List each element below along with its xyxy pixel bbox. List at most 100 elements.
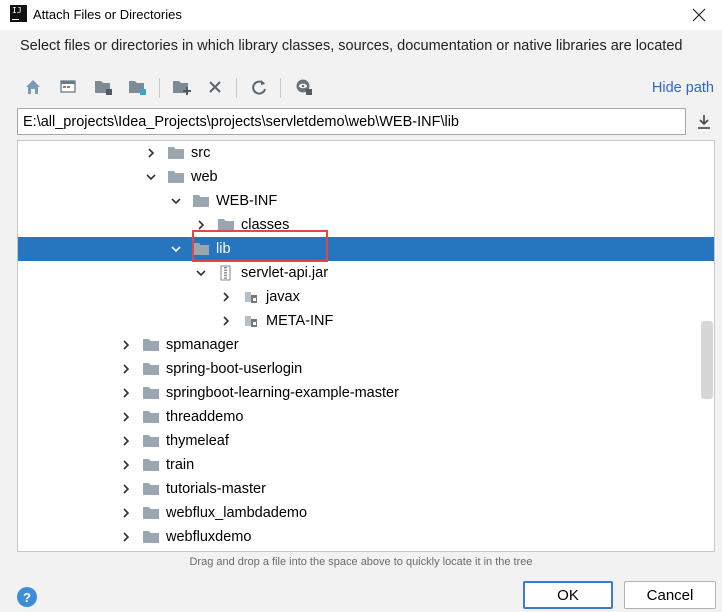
chevron-right-icon[interactable] (120, 459, 132, 471)
toolbar-separator (236, 78, 237, 98)
project-folder-button[interactable] (93, 76, 115, 98)
tree-row-label: threaddemo (166, 409, 244, 425)
tree-row-label: thymeleaf (166, 433, 229, 449)
chevron-down-icon[interactable] (170, 195, 182, 207)
chevron-right-icon[interactable] (120, 435, 132, 447)
cancel-button[interactable]: Cancel (624, 581, 716, 609)
folder-icon (142, 457, 160, 473)
tree-row[interactable]: META-INF (18, 309, 714, 333)
tree-row[interactable]: spmanager (18, 333, 714, 357)
tree-row-label: WEB-INF (216, 193, 278, 209)
chevron-right-icon[interactable] (220, 315, 232, 327)
toolbar-separator (159, 78, 160, 98)
refresh-icon (252, 80, 266, 95)
path-download-button[interactable] (690, 108, 718, 135)
tree-row-label: META-INF (266, 313, 334, 329)
folder-icon (142, 337, 160, 353)
tree-scrollbar[interactable] (701, 321, 713, 399)
folder-icon (142, 361, 160, 377)
instruction-text: Select files or directories in which lib… (20, 38, 683, 54)
folder-icon (167, 169, 185, 185)
tree-row[interactable]: src (18, 141, 714, 165)
tree-row[interactable]: tutorials-master (18, 477, 714, 501)
folder-icon (142, 409, 160, 425)
tree-row[interactable]: train (18, 453, 714, 477)
tree-row-label: src (191, 145, 211, 161)
project-folder-icon (95, 81, 112, 95)
tree-row-label: javax (266, 289, 300, 305)
new-folder-button[interactable] (171, 76, 193, 98)
tree-row[interactable]: webflux_lambdademo (18, 501, 714, 525)
chevron-right-icon[interactable] (145, 147, 157, 159)
refresh-button[interactable] (248, 76, 270, 98)
chevron-right-icon[interactable] (220, 291, 232, 303)
delete-button[interactable] (204, 76, 226, 98)
tree-row-label: servlet-api.jar (241, 265, 329, 281)
package-icon (242, 313, 260, 329)
tree-row[interactable]: webfluxdemo (18, 525, 714, 549)
tree-row-label: spmanager (166, 337, 239, 353)
toolbar-separator (280, 78, 281, 98)
hide-path-link[interactable]: Hide path (652, 80, 714, 96)
path-input[interactable]: E:\all_projects\Idea_Projects\projects\s… (17, 108, 686, 135)
tree-row[interactable]: classes (18, 213, 714, 237)
intellij-app-icon: IJ (10, 5, 27, 22)
drag-drop-hint: Drag and drop a file into the space abov… (189, 556, 533, 568)
desktop-button[interactable] (57, 76, 79, 98)
close-button[interactable] (676, 0, 722, 30)
tree-row-label: webfluxdemo (166, 529, 252, 545)
desktop-icon (60, 80, 76, 93)
tree-row-label: train (166, 457, 195, 473)
tree-row[interactable]: thymeleaf (18, 429, 714, 453)
download-icon (698, 114, 710, 129)
tree-row[interactable]: threaddemo (18, 405, 714, 429)
tree-row[interactable]: WEB-INF (18, 189, 714, 213)
chevron-right-icon[interactable] (120, 531, 132, 543)
tree-row-label: web (191, 169, 218, 185)
tree-row[interactable]: lib (18, 237, 714, 261)
delete-icon (209, 81, 221, 93)
chevron-right-icon[interactable] (120, 363, 132, 375)
tree-row[interactable]: servlet-api.jar (18, 261, 714, 285)
folder-icon (142, 529, 160, 545)
new-folder-icon (173, 81, 191, 95)
folder-icon (142, 385, 160, 401)
chevron-right-icon[interactable] (120, 507, 132, 519)
folder-icon (142, 505, 160, 521)
tree-row-label: webflux_lambdademo (166, 505, 308, 521)
file-tree[interactable]: src web WEB-INF classes lib servlet-api.jar ja… (17, 140, 715, 552)
package-icon (242, 289, 260, 305)
chevron-right-icon[interactable] (120, 387, 132, 399)
title-bar: IJ Attach Files or Directories (0, 0, 722, 30)
tree-row[interactable]: web (18, 165, 714, 189)
jar-icon (217, 265, 235, 281)
chevron-right-icon[interactable] (120, 339, 132, 351)
close-icon (692, 8, 706, 22)
tree-row-label: springboot-learning-example-master (166, 385, 399, 401)
tree-row-label: spring-boot-userlogin (166, 361, 303, 377)
folder-icon (167, 145, 185, 161)
tree-row[interactable]: javax (18, 285, 714, 309)
home-icon (26, 80, 40, 94)
annotation-highlight-box (192, 230, 328, 262)
chevron-right-icon[interactable] (120, 483, 132, 495)
chevron-down-icon[interactable] (145, 171, 157, 183)
folder-icon (192, 193, 210, 209)
show-hidden-icon (296, 79, 312, 95)
module-folder-icon (129, 81, 146, 95)
window-title: Attach Files or Directories (33, 7, 182, 22)
tree-row[interactable]: spring-boot-userlogin (18, 357, 714, 381)
help-button[interactable]: ? (17, 587, 37, 607)
folder-icon (142, 433, 160, 449)
module-folder-button[interactable] (127, 76, 149, 98)
tree-row[interactable]: springboot-learning-example-master (18, 381, 714, 405)
show-hidden-button[interactable] (293, 76, 315, 98)
toolbar (22, 76, 442, 100)
chevron-right-icon[interactable] (120, 411, 132, 423)
chevron-down-icon[interactable] (170, 243, 182, 255)
chevron-down-icon[interactable] (195, 267, 207, 279)
ok-button[interactable]: OK (523, 581, 613, 609)
folder-icon (142, 481, 160, 497)
home-button[interactable] (22, 76, 44, 98)
tree-row-label: tutorials-master (166, 481, 266, 497)
